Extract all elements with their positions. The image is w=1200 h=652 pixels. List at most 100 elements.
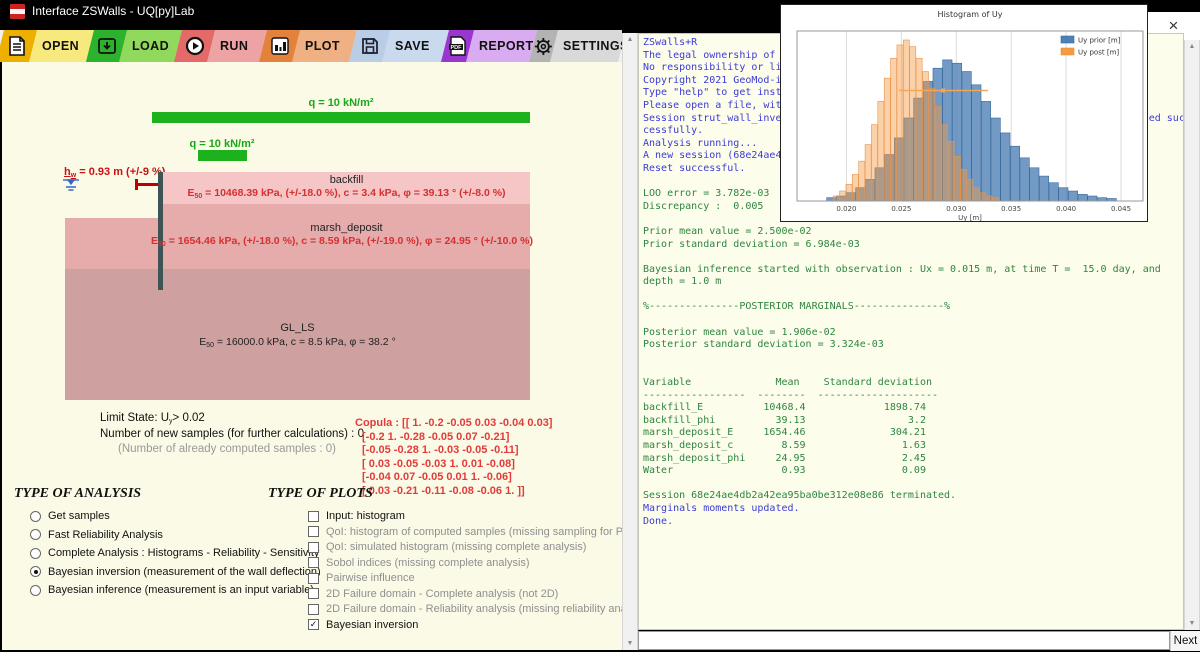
console-line [643, 289, 1183, 302]
hist-bar-series-1 [884, 78, 890, 201]
canvas-scroll-down-icon[interactable]: ▼ [623, 640, 637, 647]
console-line: ----------------- -------- -------------… [643, 390, 1183, 403]
plot-option-0[interactable]: Input: histogram [308, 510, 405, 522]
console-line: Prior mean value = 2.500e-02 [643, 226, 1183, 239]
analysis-option-4[interactable]: Bayesian inference (measurement is an in… [30, 584, 314, 596]
load-label: LOAD [132, 39, 169, 53]
console-line: Marginals moments updated. [643, 503, 1183, 516]
plot-option-label: Pairwise influence [326, 572, 415, 584]
hist-bar-series-1 [935, 106, 941, 201]
console-line: marsh_deposit_E 1654.46 304.21 [643, 427, 1183, 440]
new-samples-line: Number of new samples (for further calcu… [100, 428, 364, 440]
run-button[interactable]: RUN [174, 30, 267, 62]
radio-icon[interactable] [30, 585, 41, 596]
copula-line: [-0.04 0.07 -0.05 0.01 1. -0.06] [355, 471, 552, 485]
analysis-option-2[interactable]: Complete Analysis : Histograms - Reliabi… [30, 547, 319, 559]
console-scrollbar[interactable]: ▲ ▼ [1184, 40, 1200, 630]
open-button[interactable]: OPEN [0, 30, 94, 62]
console-line [643, 314, 1183, 327]
checkbox-icon[interactable]: ✓ [308, 619, 319, 630]
legend-swatch [1061, 36, 1074, 43]
hist-bar-series-0 [1020, 158, 1029, 201]
hist-bar-series-1 [840, 191, 846, 201]
app-window: Interface ZSWalls - UQ[py]Lab × OPEN LOA… [0, 0, 1200, 652]
console-line: Variable Mean Standard deviation [643, 377, 1183, 390]
chart-title: Histogram of Uy [938, 10, 1003, 19]
plot-option-label: Sobol indices (missing complete analysis… [326, 557, 530, 569]
checkbox-icon[interactable] [308, 542, 319, 553]
x-tick-label: 0.035 [1001, 205, 1021, 213]
analysis-option-label: Get samples [48, 510, 110, 522]
canvas-scroll-up-icon[interactable]: ▲ [623, 36, 637, 43]
hist-bar-series-0 [981, 101, 990, 201]
hist-bar-series-0 [1030, 168, 1039, 201]
x-tick-label: 0.040 [1056, 205, 1076, 213]
console-scroll-up-icon[interactable]: ▲ [1185, 43, 1199, 50]
radio-icon[interactable] [30, 511, 41, 522]
console-line [643, 478, 1183, 491]
plot-option-3[interactable]: Sobol indices (missing complete analysis… [308, 557, 530, 569]
hist-bar-series-0 [1088, 196, 1097, 201]
checkbox-icon[interactable] [308, 573, 319, 584]
checkbox-icon[interactable] [308, 604, 319, 615]
plot-option-1[interactable]: QoI: histogram of computed samples (miss… [308, 526, 622, 538]
layer-glls [65, 269, 530, 400]
hist-bar-series-1 [929, 88, 935, 201]
copula-line: [-0.05 -0.28 1. -0.03 -0.05 -0.11] [355, 444, 552, 458]
checkbox-icon[interactable] [308, 526, 319, 537]
plot-option-7[interactable]: ✓ Bayesian inversion [308, 619, 418, 631]
marsh-params: E50 = 1654.46 kPa, (+/-18.0 %), c = 8.59… [142, 235, 542, 248]
x-tick-label: 0.025 [891, 205, 911, 213]
copula-line: [-0.2 1. -0.28 -0.05 0.07 -0.21] [355, 431, 552, 445]
load-button[interactable]: LOAD [86, 30, 182, 62]
console-line: Water 0.93 0.09 [643, 465, 1183, 478]
command-input[interactable] [638, 631, 1170, 650]
analysis-option-0[interactable]: Get samples [30, 510, 110, 522]
radio-icon[interactable] [30, 548, 41, 559]
radio-icon[interactable] [30, 529, 41, 540]
hist-bar-series-0 [1068, 191, 1077, 201]
analysis-option-1[interactable]: Fast Reliability Analysis [30, 529, 163, 541]
limit-state-line: Limit State: Uy> 0.02 [100, 412, 364, 425]
radio-icon[interactable] [30, 566, 41, 577]
hist-bar-series-1 [846, 184, 852, 201]
save-label: SAVE [395, 39, 430, 53]
hist-bar-series-0 [1010, 146, 1019, 201]
next-button[interactable]: Next [1170, 631, 1200, 651]
plot-option-4[interactable]: Pairwise influence [308, 572, 415, 584]
console-line [643, 364, 1183, 377]
hist-bar-series-1 [954, 156, 960, 201]
plot-button[interactable]: PLOT [259, 30, 357, 62]
checkbox-icon[interactable] [308, 588, 319, 599]
plot-option-6[interactable]: 2D Failure domain - Reliability analysis… [308, 603, 622, 615]
x-tick-label: 0.030 [946, 205, 966, 213]
limit-state-block: Limit State: Uy> 0.02 Number of new samp… [100, 412, 364, 458]
legend-label: Uy post [m] [1078, 49, 1119, 57]
console-line: Session 68e24ae4db2a42ea95ba0be312e08e86… [643, 490, 1183, 503]
checkbox-icon[interactable] [308, 557, 319, 568]
computed-samples-line: (Number of already computed samples : 0) [100, 443, 364, 455]
plot-option-2[interactable]: QoI: simulated histogram (missing comple… [308, 541, 586, 553]
hist-bar-series-0 [1049, 183, 1058, 201]
surcharge-top-bar [152, 112, 530, 123]
histogram-popup: Histogram of Uy0.0200.0250.0300.0350.040… [780, 4, 1148, 222]
hist-bar-series-1 [833, 196, 839, 201]
canvas-scrollbar[interactable]: ▲ ▼ [622, 33, 638, 650]
console-scroll-down-icon[interactable]: ▼ [1185, 620, 1199, 627]
plot-option-5[interactable]: 2D Failure domain - Complete analysis (n… [308, 588, 558, 600]
console-line: Prior standard deviation = 6.984e-03 [643, 239, 1183, 252]
analysis-option-3[interactable]: Bayesian inversion (measurement of the w… [30, 566, 321, 578]
settings-button[interactable]: SETTINGS [529, 30, 622, 62]
checkbox-icon[interactable] [308, 511, 319, 522]
plot-option-label: Bayesian inversion [326, 619, 418, 631]
water-table-icon [62, 179, 80, 198]
model-canvas: q = 10 kN/m² q = 10 kN/m² hw = 0.93 m (+… [2, 62, 622, 650]
run-label: RUN [220, 39, 248, 53]
save-button[interactable]: SAVE [349, 30, 449, 62]
histogram-chart: Histogram of Uy0.0200.0250.0300.0350.040… [781, 5, 1147, 221]
hist-bar-series-1 [942, 125, 948, 201]
hist-bar-series-1 [871, 125, 877, 201]
plots-heading: TYPE OF PLOTS [268, 486, 373, 502]
report-button[interactable]: PDF REPORT [441, 30, 537, 62]
analysis-option-label: Bayesian inference (measurement is an in… [48, 584, 314, 596]
